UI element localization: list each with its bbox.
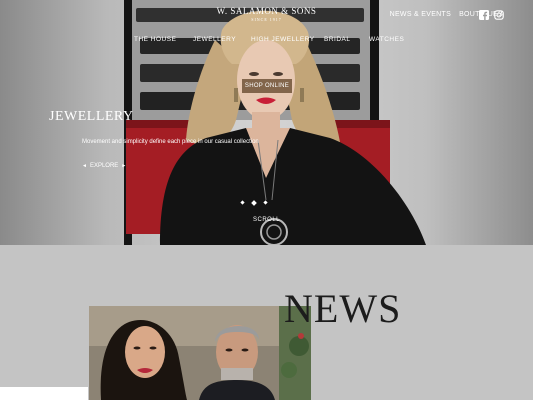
- facebook-icon[interactable]: [479, 10, 489, 20]
- arrow-left-icon: ◄: [82, 163, 87, 169]
- news-events-link[interactable]: NEWS & EVENTS: [390, 11, 451, 18]
- explore-label: EXPLORE: [89, 163, 119, 169]
- nav-high-jewellery[interactable]: HIGH JEWELLERY: [251, 36, 315, 43]
- footer-strip: [0, 387, 88, 400]
- instagram-icon[interactable]: [494, 10, 504, 20]
- slider-dot-active[interactable]: [251, 200, 257, 206]
- hero-banner: W. SALAMON & SONS SINCE 1917 NEWS & EVEN…: [0, 0, 533, 245]
- shop-online-button[interactable]: SHOP ONLINE: [242, 79, 292, 93]
- arrow-right-icon: ►: [121, 163, 127, 169]
- news-photo[interactable]: [89, 306, 311, 400]
- scroll-indicator[interactable]: SCROLL: [0, 217, 533, 223]
- explore-link[interactable]: ◄ EXPLORE ►: [82, 163, 126, 169]
- nav-the-house[interactable]: THE HOUSE: [134, 36, 176, 43]
- slider-dot[interactable]: [240, 200, 245, 205]
- slider-dot[interactable]: [263, 200, 268, 205]
- slider-dots: [240, 200, 268, 206]
- nav-bridal[interactable]: BRIDAL: [324, 36, 350, 43]
- news-section: NEWS: [0, 245, 533, 400]
- news-title: NEWS: [284, 286, 402, 331]
- nav-jewellery[interactable]: JEWELLERY: [193, 36, 236, 43]
- main-nav: THE HOUSE JEWELLERY HIGH JEWELLERY BRIDA…: [0, 36, 533, 46]
- nav-watches[interactable]: WATCHES: [369, 36, 404, 43]
- hero-title: JEWELLERY: [49, 109, 134, 124]
- hero-subtitle: Movement and simplicity define each piec…: [82, 139, 259, 145]
